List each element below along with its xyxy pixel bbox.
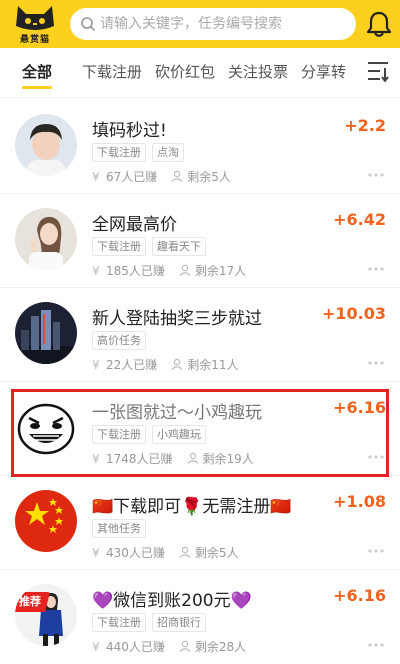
task-title: 新人登陆抽奖三步就过 bbox=[92, 309, 262, 329]
person-icon bbox=[179, 546, 191, 558]
search-icon bbox=[81, 17, 95, 31]
task-price: +10.03 bbox=[321, 304, 386, 323]
yen-icon: ¥ bbox=[92, 170, 100, 184]
avatar bbox=[15, 114, 77, 176]
top-bar: 悬赏猫 bbox=[0, 0, 400, 48]
task-tag: 招商银行 bbox=[152, 613, 206, 632]
task-tag: 下载注册 bbox=[92, 613, 146, 632]
remaining-count: 剩余28人 bbox=[194, 640, 247, 654]
yen-icon: ¥ bbox=[92, 546, 100, 560]
earned-count: 185人已赚 bbox=[106, 264, 165, 278]
earned-count: 440人已赚 bbox=[106, 640, 165, 654]
task-item[interactable]: 🇨🇳下载即可🌹无需注册🇨🇳 +1.08 其他任务 ¥430人已赚 剩余5人 bbox=[0, 476, 400, 570]
search-bar[interactable] bbox=[70, 8, 356, 40]
recommend-badge: 推荐 bbox=[19, 595, 41, 608]
logo-text: 悬赏猫 bbox=[19, 35, 50, 45]
more-icon[interactable] bbox=[368, 642, 384, 648]
task-title: 填码秒过! bbox=[92, 121, 167, 141]
person-icon bbox=[179, 640, 191, 652]
more-icon[interactable] bbox=[368, 172, 384, 178]
task-price: +6.16 bbox=[333, 586, 386, 605]
search-input[interactable] bbox=[100, 8, 350, 40]
yen-icon: ¥ bbox=[92, 358, 100, 372]
earned-count: 67人已赚 bbox=[106, 170, 158, 184]
avatar bbox=[15, 208, 77, 270]
task-price: +6.42 bbox=[333, 210, 386, 229]
tab-all[interactable]: 全部 bbox=[22, 61, 52, 82]
yen-icon: ¥ bbox=[92, 640, 100, 654]
task-title: 🇨🇳下载即可🌹无需注册🇨🇳 bbox=[92, 497, 292, 517]
task-tag: 高价任务 bbox=[92, 331, 146, 350]
remaining-count: 剩余11人 bbox=[187, 358, 239, 372]
cat-logo-icon bbox=[16, 6, 54, 30]
task-item[interactable]: 全网最高价 +6.42 下载注册 趣看天下 ¥185人已赚 剩余17人 bbox=[0, 194, 400, 288]
category-tabs: 全部 下载注册 砍价红包 关注投票 分享转 bbox=[0, 48, 400, 98]
more-icon[interactable] bbox=[368, 360, 384, 366]
person-icon bbox=[171, 358, 183, 370]
avatar: 推荐 bbox=[15, 584, 77, 646]
earned-count: 22人已赚 bbox=[106, 358, 158, 372]
task-tag: 点淘 bbox=[152, 143, 184, 162]
person-icon bbox=[171, 170, 183, 182]
app-logo[interactable]: 悬赏猫 bbox=[12, 4, 58, 45]
task-price: +2.2 bbox=[344, 116, 386, 135]
task-tag: 下载注册 bbox=[92, 143, 146, 162]
more-icon[interactable] bbox=[368, 548, 384, 554]
remaining-count: 剩余5人 bbox=[187, 170, 231, 184]
task-title: 💜微信到账200元💜 bbox=[92, 591, 252, 611]
remaining-count: 剩余17人 bbox=[194, 264, 247, 278]
task-tag: 趣看天下 bbox=[152, 237, 206, 256]
tab-bargain-redpacket[interactable]: 砍价红包 bbox=[155, 61, 215, 82]
tab-follow-vote[interactable]: 关注投票 bbox=[228, 61, 288, 82]
task-tag: 其他任务 bbox=[92, 519, 146, 538]
remaining-count: 剩余5人 bbox=[194, 546, 239, 560]
person-icon bbox=[179, 264, 191, 276]
active-tab-indicator bbox=[22, 86, 52, 89]
task-tag: 下载注册 bbox=[92, 237, 146, 256]
task-item[interactable]: 新人登陆抽奖三步就过 +10.03 高价任务 ¥22人已赚 剩余11人 bbox=[0, 288, 400, 382]
avatar bbox=[15, 490, 77, 552]
yen-icon: ¥ bbox=[92, 264, 100, 278]
avatar bbox=[15, 302, 77, 364]
earned-count: 430人已赚 bbox=[106, 546, 165, 560]
bell-icon[interactable] bbox=[366, 10, 392, 38]
menu-icon[interactable] bbox=[366, 60, 390, 82]
task-item[interactable]: 推荐 💜微信到账200元💜 +6.16 下载注册 招商银行 ¥440人已赚 剩余28… bbox=[0, 570, 400, 664]
highlight-box bbox=[11, 389, 389, 477]
tab-download-register[interactable]: 下载注册 bbox=[82, 61, 142, 82]
more-icon[interactable] bbox=[368, 266, 384, 272]
task-title: 全网最高价 bbox=[92, 215, 177, 235]
task-item[interactable]: 填码秒过! +2.2 下载注册 点淘 ¥67人已赚 剩余5人 bbox=[0, 100, 400, 194]
tab-share[interactable]: 分享转 bbox=[301, 61, 346, 82]
task-price: +1.08 bbox=[333, 492, 386, 511]
